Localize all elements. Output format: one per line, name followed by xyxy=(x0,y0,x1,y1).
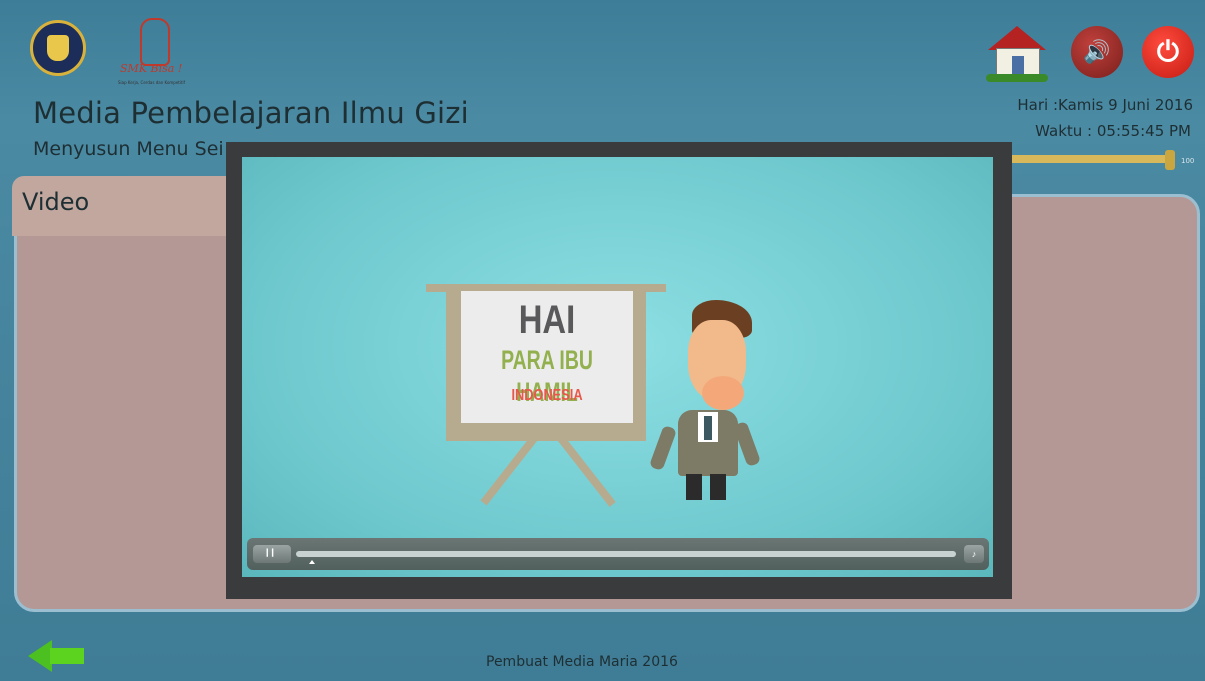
university-logo xyxy=(30,20,86,76)
video-volume-button[interactable]: ♪ xyxy=(964,545,984,563)
footer-credit: Pembuat Media Maria 2016 xyxy=(486,654,678,670)
video-text-indonesia: INDONESIA xyxy=(511,387,583,404)
video-progress-marker[interactable] xyxy=(309,560,315,564)
volume-slider-thumb[interactable] xyxy=(1165,150,1175,170)
date-display: Hari :Kamis 9 Juni 2016 xyxy=(1017,96,1193,114)
page-title: Media Pembelajaran Ilmu Gizi xyxy=(33,96,469,130)
home-button[interactable] xyxy=(986,26,1048,82)
volume-slider-track[interactable] xyxy=(1005,155,1171,163)
video-text-hai: HAI xyxy=(518,298,576,342)
power-button[interactable]: ⏻ xyxy=(1142,26,1194,78)
page-subtitle: Menyusun Menu Sei xyxy=(33,138,224,160)
power-icon: ⏻ xyxy=(1156,36,1180,67)
pause-icon: ▎▎ xyxy=(266,550,278,557)
play-pause-button[interactable]: ▎▎ xyxy=(253,545,291,563)
time-display: Waktu : 05:55:45 PM xyxy=(1035,122,1191,140)
app-window: SMK Bisa ! Siap Kerja, Cerdas dan Kompet… xyxy=(0,0,1205,681)
smk-logo-tagline: Siap Kerja, Cerdas dan Kompetitif xyxy=(118,80,186,85)
thumbs-up-icon xyxy=(140,18,170,66)
speaker-icon: ♪ xyxy=(971,549,977,559)
sound-button[interactable]: 🔊 xyxy=(1071,26,1123,78)
video-progress-track[interactable] xyxy=(296,551,956,557)
smk-logo: SMK Bisa ! Siap Kerja, Cerdas dan Kompet… xyxy=(118,18,208,98)
section-label: Video xyxy=(22,188,90,216)
smk-logo-brand: SMK Bisa ! xyxy=(120,62,183,75)
volume-value: 100 xyxy=(1181,157,1195,165)
sound-icon: 🔊 xyxy=(1083,39,1111,64)
back-button[interactable] xyxy=(28,640,84,672)
cartoon-man-illustration xyxy=(646,300,762,504)
